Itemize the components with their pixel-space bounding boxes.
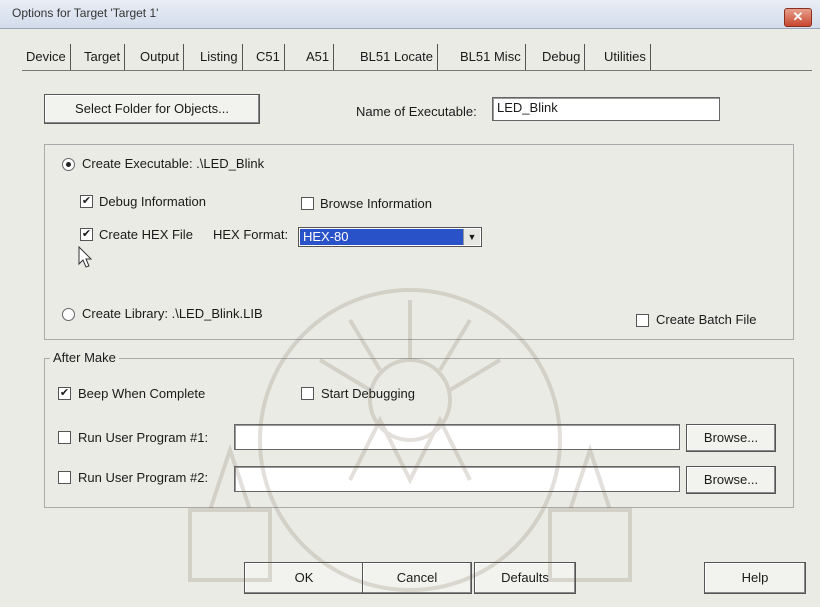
tab-listing[interactable]: Listing [196, 44, 243, 70]
run-user-program-2-field[interactable] [234, 466, 680, 492]
browse-button-1[interactable]: Browse... [686, 424, 776, 452]
tab-target[interactable]: Target [80, 44, 126, 70]
check-icon: ✔ [81, 195, 92, 207]
close-button[interactable]: ✕ [784, 8, 812, 27]
tab-divider [22, 70, 812, 71]
debug-info-label: Debug Information [99, 194, 206, 209]
mouse-cursor-icon [78, 246, 93, 268]
run-user-program-1-label: Run User Program #1: [78, 430, 209, 445]
tab-bl51-locate[interactable]: BL51 Locate [356, 44, 439, 70]
tab-output[interactable]: Output [136, 44, 185, 70]
browse-info-checkbox[interactable] [301, 197, 314, 210]
hex-format-label: HEX Format: [213, 227, 289, 242]
title-bar: Options for Target 'Target 1' ✕ [0, 0, 820, 29]
create-library-label: Create Library: .\LED_Blink.LIB [82, 306, 263, 321]
after-make-legend: After Make [50, 350, 119, 365]
executable-name-field[interactable]: LED_Blink [492, 97, 720, 121]
check-icon: ✔ [81, 228, 92, 240]
run-user-program-1-field[interactable] [234, 424, 680, 450]
chevron-down-icon: ▼ [463, 229, 480, 245]
browse-info-label: Browse Information [320, 196, 432, 211]
run-user-program-1-checkbox[interactable] [58, 431, 71, 444]
tab-utilities[interactable]: Utilities [600, 44, 651, 70]
run-user-program-2-label: Run User Program #2: [78, 470, 209, 485]
create-hex-label: Create HEX File [99, 227, 193, 242]
window-title: Options for Target 'Target 1' [12, 6, 159, 20]
hex-format-select[interactable]: HEX-80 ▼ [298, 227, 482, 247]
beep-checkbox[interactable]: ✔ [58, 387, 71, 400]
start-debugging-checkbox[interactable] [301, 387, 314, 400]
create-executable-radio[interactable] [62, 158, 75, 171]
tab-c51[interactable]: C51 [252, 44, 285, 70]
create-library-radio[interactable] [62, 308, 75, 321]
name-exec-label: Name of Executable: [356, 104, 477, 119]
tab-bl51-misc[interactable]: BL51 Misc [456, 44, 526, 70]
hex-format-value: HEX-80 [300, 229, 463, 245]
tab-debug[interactable]: Debug [538, 44, 586, 70]
tab-a51[interactable]: A51 [302, 44, 335, 70]
select-folder-button[interactable]: Select Folder for Objects... [44, 94, 260, 124]
beep-label: Beep When Complete [78, 386, 206, 401]
debug-info-checkbox[interactable]: ✔ [80, 195, 93, 208]
cancel-button[interactable]: Cancel [362, 562, 472, 594]
defaults-button[interactable]: Defaults [474, 562, 576, 594]
check-icon: ✔ [59, 387, 70, 399]
run-user-program-2-checkbox[interactable] [58, 471, 71, 484]
create-batch-label: Create Batch File [656, 312, 757, 327]
create-batch-checkbox[interactable] [636, 314, 649, 327]
ok-button[interactable]: OK [244, 562, 364, 594]
help-button[interactable]: Help [704, 562, 806, 594]
create-executable-label: Create Executable: .\LED_Blink [82, 156, 265, 171]
close-icon: ✕ [792, 9, 804, 24]
tab-device[interactable]: Device [22, 44, 71, 70]
browse-button-2[interactable]: Browse... [686, 466, 776, 494]
start-debugging-label: Start Debugging [321, 386, 415, 401]
create-hex-checkbox[interactable]: ✔ [80, 228, 93, 241]
